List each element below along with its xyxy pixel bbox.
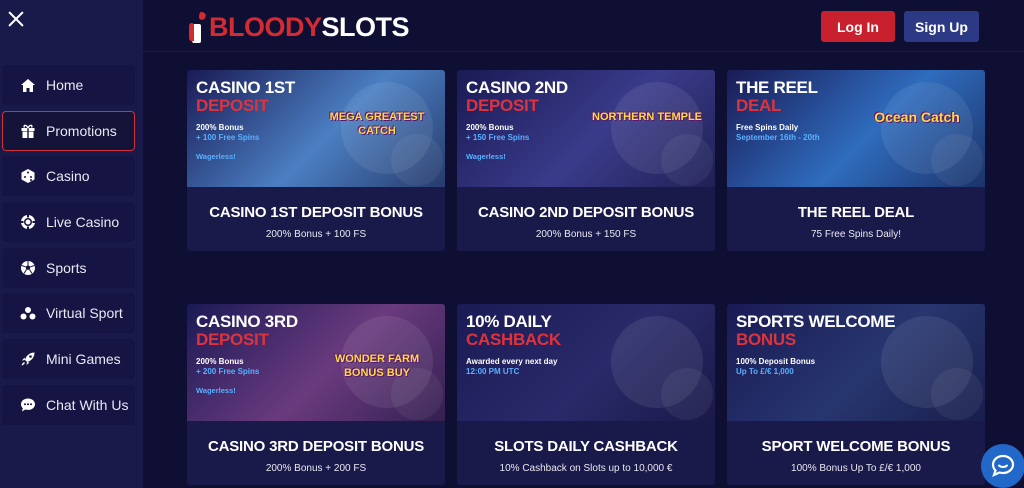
sidebar-item-label: Sports xyxy=(46,259,87,276)
promo-body: CASINO 3RD DEPOSIT BONUS 200% Bonus + 20… xyxy=(187,421,445,485)
signup-button[interactable]: Sign Up xyxy=(904,11,979,42)
promo-description: 100% Bonus Up To £/€ 1,000 xyxy=(791,463,921,474)
promo-body: CASINO 2ND DEPOSIT BONUS 200% Bonus + 15… xyxy=(457,187,715,251)
live-chat-button[interactable] xyxy=(981,444,1024,488)
promo-card-slots-daily-cashback[interactable]: 10% DAILY CASHBACK Awarded every next da… xyxy=(457,304,715,485)
promo-banner[interactable]: CASINO 3RD DEPOSIT 200% Bonus + 200 Free… xyxy=(187,304,445,421)
sidebar-item-label: Live Casino xyxy=(46,214,120,231)
banner-extra: Wagerless! xyxy=(466,152,506,161)
banner-extra: Wagerless! xyxy=(196,386,236,395)
chat-bubble-icon xyxy=(991,454,1015,478)
logo-mark-icon xyxy=(189,12,206,43)
promo-description: 200% Bonus + 150 FS xyxy=(535,229,637,240)
banner-title: SPORTS WELCOME BONUS xyxy=(736,312,896,349)
logo-text: BLOODYSLOTS xyxy=(209,11,410,42)
promo-card-sports-welcome-bonus[interactable]: SPORTS WELCOME BONUS 100% Deposit Bonus … xyxy=(727,304,985,485)
promo-card-casino-2nd-deposit[interactable]: CASINO 2ND DEPOSIT 200% Bonus + 150 Free… xyxy=(457,70,715,251)
chip-icon xyxy=(19,213,37,231)
sidebar: Home Promotions Casino Live Casino Sport… xyxy=(0,0,143,488)
banner-subtitle: 200% Bonus + 100 Free Spins xyxy=(196,123,260,142)
dice-icon xyxy=(19,167,37,185)
promo-body: SLOTS DAILY CASHBACK 10% Cashback on Slo… xyxy=(457,421,715,485)
banner-extra: Wagerless! xyxy=(196,152,236,161)
virtual-sport-icon xyxy=(19,304,37,322)
promo-title: CASINO 3RD DEPOSIT BONUS xyxy=(207,438,425,455)
promo-description: 75 Free Spins Daily! xyxy=(810,229,902,240)
promo-card-casino-3rd-deposit[interactable]: CASINO 3RD DEPOSIT 200% Bonus + 200 Free… xyxy=(187,304,445,485)
promo-banner[interactable]: CASINO 1ST DEPOSIT 200% Bonus + 100 Free… xyxy=(187,70,445,187)
promo-title: SPORT WELCOME BONUS xyxy=(761,438,951,455)
banner-art: MEGA GREATEST CATCH xyxy=(329,111,425,137)
banner-art: Ocean Catch xyxy=(874,109,960,125)
sidebar-item-chat[interactable]: Chat With Us xyxy=(2,384,135,425)
gift-icon xyxy=(19,122,37,140)
sidebar-item-label: Chat With Us xyxy=(46,396,129,413)
sidebar-item-label: Casino xyxy=(46,168,90,185)
promo-title: SLOTS DAILY CASHBACK xyxy=(494,438,678,455)
login-button[interactable]: Log In xyxy=(821,11,895,42)
sidebar-item-label: Home xyxy=(46,77,84,93)
banner-title: CASINO 1ST DEPOSIT xyxy=(196,78,296,115)
promo-description: 200% Bonus + 100 FS xyxy=(265,229,367,240)
sidebar-item-home[interactable]: Home xyxy=(2,65,135,105)
promo-title: THE REEL DEAL xyxy=(797,204,915,221)
sidebar-nav: Home Promotions Casino Live Casino Sport… xyxy=(2,65,135,431)
logo[interactable]: BLOODYSLOTS xyxy=(187,7,410,47)
sidebar-item-casino[interactable]: Casino xyxy=(2,156,135,197)
header: BLOODYSLOTS Log In Sign Up xyxy=(143,0,1024,52)
sidebar-item-sports[interactable]: Sports xyxy=(2,247,135,288)
promo-body: THE REEL DEAL 75 Free Spins Daily! xyxy=(727,187,985,251)
promo-banner[interactable]: THE REEL DEAL Free Spins Daily September… xyxy=(727,70,985,187)
sidebar-item-mini-games[interactable]: Mini Games xyxy=(2,339,135,380)
promo-card-casino-1st-deposit[interactable]: CASINO 1ST DEPOSIT 200% Bonus + 100 Free… xyxy=(187,70,445,251)
promo-banner[interactable]: CASINO 2ND DEPOSIT 200% Bonus + 150 Free… xyxy=(457,70,715,187)
promo-banner[interactable]: 10% DAILY CASHBACK Awarded every next da… xyxy=(457,304,715,421)
banner-art: NORTHERN TEMPLE xyxy=(592,111,702,123)
banner-title: CASINO 3RD DEPOSIT xyxy=(196,312,298,349)
home-icon xyxy=(19,76,37,94)
promo-title: CASINO 2ND DEPOSIT BONUS xyxy=(477,204,695,221)
chat-icon xyxy=(19,396,37,414)
promo-body: SPORT WELCOME BONUS 100% Bonus Up To £/€… xyxy=(727,421,985,485)
sidebar-item-label: Mini Games xyxy=(46,351,121,368)
banner-subtitle: 200% Bonus + 200 Free Spins xyxy=(196,357,260,376)
promo-description: 200% Bonus + 200 FS xyxy=(265,463,367,474)
banner-subtitle: Awarded every next day 12:00 PM UTC xyxy=(466,357,558,376)
banner-subtitle: 200% Bonus + 150 Free Spins xyxy=(466,123,530,142)
sidebar-item-promotions[interactable]: Promotions xyxy=(2,110,135,151)
banner-title: CASINO 2ND DEPOSIT xyxy=(466,78,568,115)
rocket-icon xyxy=(19,350,37,368)
banner-title: THE REEL DEAL xyxy=(736,78,818,115)
promo-title: CASINO 1ST DEPOSIT BONUS xyxy=(209,204,423,221)
banner-subtitle: Free Spins Daily September 16th - 20th xyxy=(736,123,820,142)
promo-description: 10% Cashback on Slots up to 10,000 € xyxy=(499,463,673,474)
soccer-ball-icon xyxy=(19,259,37,277)
close-icon[interactable] xyxy=(6,9,26,29)
promo-card-the-reel-deal[interactable]: THE REEL DEAL Free Spins Daily September… xyxy=(727,70,985,251)
banner-art: WONDER FARM BONUS BUY xyxy=(334,353,420,379)
promo-body: CASINO 1ST DEPOSIT BONUS 200% Bonus + 10… xyxy=(187,187,445,251)
sidebar-item-live-casino[interactable]: Live Casino xyxy=(2,202,135,243)
promo-banner[interactable]: SPORTS WELCOME BONUS 100% Deposit Bonus … xyxy=(727,304,985,421)
sidebar-item-virtual-sport[interactable]: Virtual Sport xyxy=(2,293,135,334)
sidebar-item-label: Promotions xyxy=(46,122,117,139)
banner-title: 10% DAILY CASHBACK xyxy=(466,312,561,349)
banner-subtitle: 100% Deposit Bonus Up To £/€ 1,000 xyxy=(736,357,816,376)
sidebar-item-label: Virtual Sport xyxy=(46,305,123,322)
